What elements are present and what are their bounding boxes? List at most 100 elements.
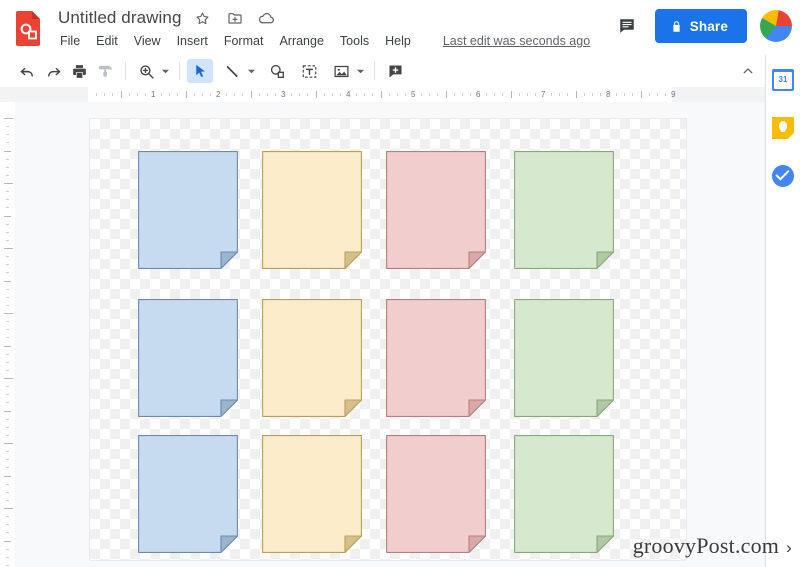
sticky-note[interactable] (514, 435, 614, 553)
menu-item-help[interactable]: Help (377, 31, 419, 51)
chevron-up-icon[interactable] (735, 59, 761, 83)
drawing-toolbar (0, 55, 765, 87)
sticky-note-body (386, 435, 486, 553)
sticky-note[interactable] (138, 299, 238, 417)
sticky-note-body (262, 299, 362, 417)
ruler-tick (6, 199, 9, 200)
ruler-tick (4, 151, 11, 152)
ruler-number: 1 (151, 90, 156, 99)
image-dropdown-caret[interactable] (354, 59, 367, 83)
ruler-tick (372, 93, 373, 96)
ruler-tick (194, 93, 195, 96)
ruler-tick (584, 93, 585, 96)
ruler-tick (6, 484, 9, 485)
menu-item-arrange[interactable]: Arrange (271, 31, 331, 51)
ruler-tick (324, 93, 325, 96)
ruler-tick (600, 93, 601, 96)
work-area[interactable] (15, 102, 765, 567)
ruler-tick (104, 93, 105, 96)
toolbar-divider (125, 62, 126, 80)
ruler-tick (4, 216, 11, 217)
sticky-note[interactable] (514, 299, 614, 417)
ruler-tick (4, 346, 11, 347)
comment-icon[interactable] (611, 10, 643, 42)
google-calendar-icon[interactable]: 31 (772, 69, 794, 91)
ruler-tick (454, 93, 455, 96)
ruler-tick (129, 93, 130, 96)
image-tool[interactable] (328, 59, 354, 83)
ruler-tick (6, 224, 9, 225)
ruler-tick (641, 91, 642, 98)
ruler-tick (6, 207, 9, 208)
google-keep-icon[interactable] (772, 117, 794, 139)
line-tool[interactable] (219, 59, 245, 83)
text-box-tool[interactable] (296, 59, 322, 83)
shape-tool[interactable] (264, 59, 290, 83)
menu-item-edit[interactable]: Edit (88, 31, 126, 51)
sticky-note[interactable] (138, 151, 238, 269)
drawing-canvas[interactable] (89, 118, 687, 561)
cloud-saved-icon[interactable] (256, 7, 278, 29)
ruler-tick (429, 93, 430, 96)
share-button[interactable]: Share (654, 9, 747, 43)
ruler-tick (299, 93, 300, 96)
ruler-tick (251, 91, 252, 98)
sticky-note-fold (468, 399, 486, 417)
ruler-number: 7 (541, 90, 546, 99)
ruler-tick (4, 541, 11, 542)
zoom-button[interactable] (133, 59, 159, 83)
last-edit-status[interactable]: Last edit was seconds ago (443, 34, 590, 48)
ruler-tick (6, 167, 9, 168)
redo-button[interactable] (40, 59, 66, 83)
sticky-note[interactable] (386, 299, 486, 417)
ruler-tick (6, 402, 9, 403)
sticky-note-body (386, 299, 486, 417)
move-to-folder-icon[interactable] (224, 7, 246, 29)
ruler-tick (446, 91, 447, 98)
select-tool[interactable] (187, 59, 213, 83)
sticky-note[interactable] (262, 151, 362, 269)
zoom-dropdown-caret[interactable] (159, 59, 172, 83)
ruler-tick (6, 305, 9, 306)
menu-item-tools[interactable]: Tools (332, 31, 377, 51)
print-button[interactable] (66, 59, 92, 83)
page-title[interactable]: Untitled drawing (58, 8, 182, 28)
star-icon[interactable] (192, 7, 214, 29)
menu-item-view[interactable]: View (126, 31, 169, 51)
add-comment-button[interactable] (382, 59, 408, 83)
menu-bar: File Edit View Insert Format Arrange Too… (58, 31, 590, 51)
ruler-tick (6, 557, 9, 558)
toolbar-divider (179, 62, 180, 80)
sticky-note[interactable] (514, 151, 614, 269)
user-avatar[interactable] (760, 10, 792, 42)
top-right-actions: Share (611, 6, 792, 46)
menu-item-insert[interactable]: Insert (169, 31, 216, 51)
ruler-tick (6, 329, 9, 330)
ruler-tick (186, 91, 187, 98)
ruler-tick (462, 93, 463, 96)
sticky-note-body (262, 151, 362, 269)
paint-format-button[interactable] (92, 59, 118, 83)
sticky-note[interactable] (386, 151, 486, 269)
ruler-tick (6, 451, 9, 452)
sticky-note[interactable] (262, 299, 362, 417)
sticky-note[interactable] (138, 435, 238, 553)
ruler-tick (6, 272, 9, 273)
sticky-note-body (514, 435, 614, 553)
document-title-row: Untitled drawing (58, 6, 278, 30)
undo-button[interactable] (14, 59, 40, 83)
vertical-ruler[interactable] (0, 102, 15, 567)
google-drawings-logo[interactable] (14, 10, 44, 46)
ruler-tick (511, 91, 512, 98)
horizontal-ruler[interactable]: 1 2 3 4 5 6 7 8 9 (0, 87, 765, 102)
ruler-tick (389, 93, 390, 96)
ruler-tick (381, 91, 382, 98)
google-tasks-icon[interactable] (772, 165, 794, 187)
ruler-tick (316, 91, 317, 98)
sticky-note[interactable] (386, 435, 486, 553)
line-dropdown-caret[interactable] (245, 59, 258, 83)
ruler-tick (4, 183, 13, 184)
menu-item-format[interactable]: Format (216, 31, 272, 51)
menu-item-file[interactable]: File (58, 31, 88, 51)
sticky-note[interactable] (262, 435, 362, 553)
